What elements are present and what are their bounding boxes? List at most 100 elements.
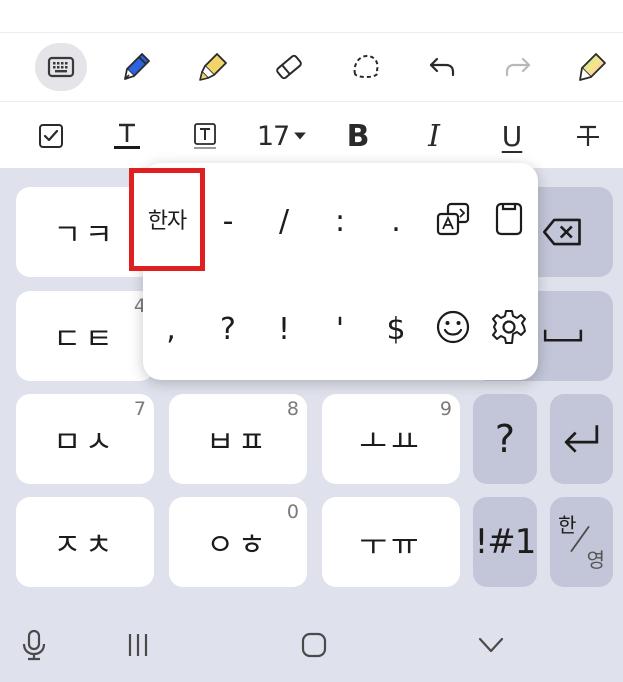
italic-label: I	[428, 118, 440, 154]
pen-tool-button[interactable]	[111, 43, 163, 91]
font-size-value: 17	[256, 120, 290, 152]
key-o-yo[interactable]: ㅗㅛ 9	[322, 394, 460, 484]
enter-key[interactable]	[550, 394, 613, 484]
chevron-down-icon	[478, 637, 504, 653]
key-label: ㅜㅠ	[359, 528, 423, 563]
bold-button[interactable]: B	[332, 110, 384, 162]
eraser-tool-button[interactable]	[263, 43, 315, 91]
key-jieut-chieut[interactable]: ㅈㅊ	[16, 497, 154, 587]
key-label: ㅇㅎ	[206, 528, 270, 563]
question-key[interactable]: ?	[473, 394, 537, 484]
popup-key-question[interactable]: ?	[200, 301, 256, 357]
popup-key-apostrophe[interactable]: '	[312, 301, 368, 357]
key-number: 7	[133, 398, 146, 420]
underline-label: U	[501, 119, 523, 153]
pen-settings-button[interactable]	[567, 43, 619, 91]
top-strip	[0, 0, 623, 33]
popup-key-slash[interactable]: /	[256, 193, 312, 249]
settings-button[interactable]	[481, 299, 537, 355]
popup-key-label: .	[391, 203, 401, 239]
popup-key-label: :	[334, 203, 346, 239]
gear-icon	[492, 310, 526, 344]
backspace-icon	[542, 218, 581, 246]
popup-key-dash[interactable]: -	[200, 193, 256, 249]
emoji-button[interactable]	[425, 299, 481, 355]
navigation-bar	[0, 604, 623, 682]
clipboard-icon	[495, 202, 523, 236]
key-ieung-hieut[interactable]: ㅇㅎ 0	[169, 497, 307, 587]
key-mieum-siot[interactable]: ㅁㅅ 7	[16, 394, 154, 484]
popup-key-comma[interactable]: ,	[143, 301, 199, 357]
chevron-down-icon	[294, 132, 307, 140]
key-label: ㄷㅌ	[53, 322, 117, 357]
language-key[interactable]: 한 영	[550, 497, 613, 587]
home-button[interactable]	[291, 622, 337, 668]
hanja-label: 한자	[147, 208, 187, 234]
keyboard-icon	[47, 56, 75, 78]
popup-key-label: $	[386, 311, 406, 347]
popup-key-label: ,	[166, 311, 176, 347]
key-number: 8	[286, 398, 299, 420]
format-toolbar: 17 B I U	[0, 102, 623, 168]
key-label: ㅈㅊ	[53, 528, 117, 563]
popup-key-label: /	[278, 203, 290, 239]
symbols-label: !#1	[474, 522, 537, 562]
undo-icon	[429, 57, 455, 77]
checkbox-button[interactable]	[25, 110, 77, 162]
key-bieup-pieup[interactable]: ㅂㅍ 8	[169, 394, 307, 484]
font-size-dropdown[interactable]: 17	[252, 110, 312, 162]
translate-icon	[436, 202, 470, 236]
popup-key-period[interactable]: .	[368, 193, 424, 249]
highlighter-icon	[199, 53, 227, 81]
popup-key-label: -	[222, 203, 234, 239]
key-label: ㅗㅛ	[359, 425, 423, 460]
undo-button[interactable]	[416, 43, 468, 91]
key-number: 0	[286, 501, 299, 523]
checkbox-icon	[39, 124, 63, 148]
clipboard-button[interactable]	[481, 191, 537, 247]
key-label: ㄱㅋ	[53, 218, 117, 253]
home-icon	[301, 632, 327, 658]
popup-key-exclamation[interactable]: !	[256, 301, 312, 357]
popup-key-dollar[interactable]: $	[368, 301, 424, 357]
redo-button[interactable]	[492, 43, 544, 91]
popup-key-colon[interactable]: :	[312, 193, 368, 249]
text-background-icon	[194, 123, 216, 149]
voice-input-button[interactable]	[11, 622, 57, 668]
popup-key-label: '	[335, 311, 345, 347]
strikethrough-icon	[577, 125, 599, 146]
recent-apps-button[interactable]	[115, 622, 161, 668]
redo-icon	[505, 57, 531, 77]
space-icon	[543, 329, 583, 342]
smiley-icon	[436, 310, 470, 344]
lasso-select-icon	[353, 54, 379, 79]
highlighter-tool-button[interactable]	[188, 43, 240, 91]
popup-key-label: !	[277, 311, 291, 347]
enter-icon	[564, 425, 598, 453]
pen-icon	[124, 53, 150, 80]
microphone-icon	[22, 629, 46, 661]
lasso-tool-button[interactable]	[340, 43, 392, 91]
recent-apps-icon	[128, 634, 148, 656]
translate-button[interactable]	[425, 191, 481, 247]
hanja-button[interactable]: 한자	[129, 168, 205, 271]
key-label: ㅁㅅ	[53, 425, 117, 460]
text-color-button[interactable]	[101, 110, 153, 162]
popup-key-label: ?	[220, 311, 236, 347]
text-color-icon	[114, 123, 140, 149]
pen-settings-icon	[579, 53, 606, 81]
key-digeut-tieut[interactable]: ㄷㅌ 4	[16, 291, 154, 381]
key-number: 9	[439, 398, 452, 420]
key-u-yu[interactable]: ㅜㅠ	[322, 497, 460, 587]
keyboard-tool-button[interactable]	[35, 43, 87, 91]
underline-button[interactable]: U	[486, 110, 538, 162]
question-label: ?	[494, 417, 516, 461]
symbols-key[interactable]: !#1	[473, 497, 537, 587]
eraser-icon	[276, 54, 302, 80]
strikethrough-button[interactable]	[562, 110, 614, 162]
italic-button[interactable]: I	[408, 110, 460, 162]
text-background-button[interactable]	[179, 110, 231, 162]
hide-keyboard-button[interactable]	[468, 622, 514, 668]
bold-label: B	[346, 118, 370, 154]
key-label: ㅂㅍ	[206, 425, 270, 460]
